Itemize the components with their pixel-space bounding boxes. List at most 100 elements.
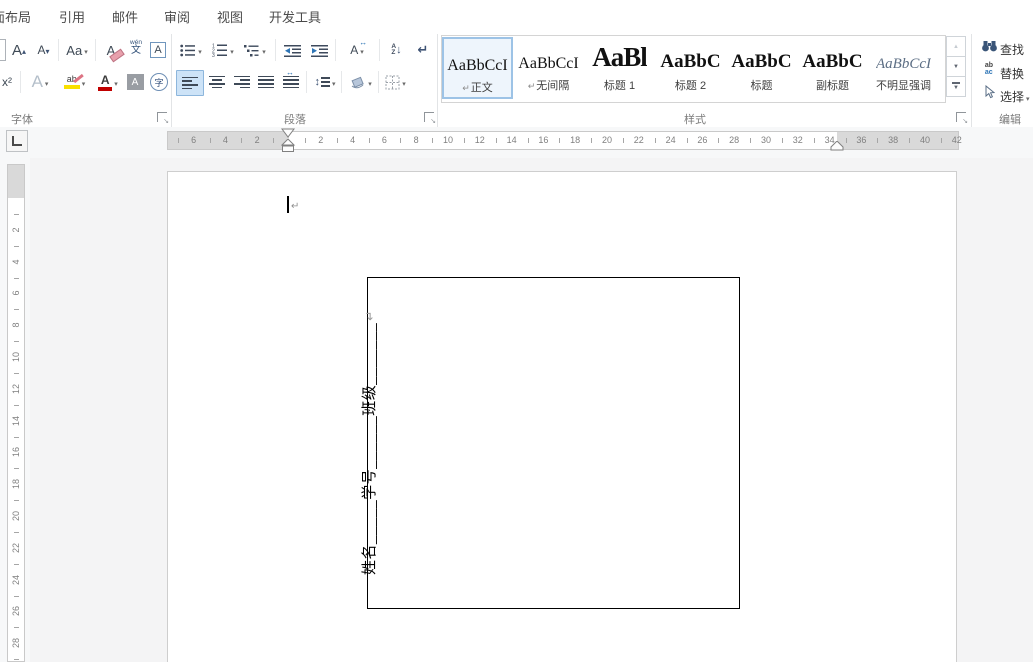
phonetic-guide-button[interactable]: wén 文	[125, 36, 147, 60]
font-size-combobox[interactable]	[0, 39, 6, 61]
styles-dialog-launcher[interactable]	[956, 112, 966, 122]
shrink-font-button[interactable]: A	[32, 38, 55, 62]
bullet-list-icon	[180, 44, 196, 57]
align-center-icon	[209, 74, 225, 89]
style-name: 标题	[751, 77, 773, 93]
style-item[interactable]: AaBbCcI↵正文	[442, 37, 513, 99]
clear-formatting-button[interactable]: A	[98, 38, 124, 62]
style-item[interactable]: AaBbCcI不明显强调	[868, 37, 939, 99]
document-page[interactable]: ↵ 姓名_____学号______班级_______↵	[167, 171, 957, 662]
ruler-number: 2	[7, 221, 25, 239]
style-item[interactable]: AaBbC 标题	[726, 37, 797, 99]
asian-layout-icon: A↔	[350, 43, 358, 57]
dropdown-arrow-icon	[228, 41, 234, 59]
grow-font-button[interactable]: A	[7, 38, 31, 62]
justify-button[interactable]	[254, 70, 278, 94]
button-separator	[306, 71, 307, 93]
hanging-indent-marker[interactable]	[281, 139, 296, 153]
style-preview: AaBl	[592, 37, 647, 73]
styles-scroll-up-button[interactable]: ▲	[946, 36, 966, 57]
style-item[interactable]: AaBbC标题 2	[655, 37, 726, 99]
menu-tab-2[interactable]: 引用	[59, 7, 85, 26]
show-hide-marks-button[interactable]: ↵	[411, 38, 435, 62]
ruler-number: 38	[888, 135, 898, 145]
ribbon: A A Aa A wén 文 A x² A	[0, 30, 1033, 128]
svg-text:3: 3	[212, 53, 215, 57]
find-button[interactable]: 查找	[1000, 41, 1024, 58]
find-icon	[980, 39, 998, 52]
select-button[interactable]: 选择	[1000, 88, 1030, 105]
numbering-button[interactable]: 1 2 3	[208, 38, 238, 62]
paragraph-dialog-launcher[interactable]	[424, 112, 434, 122]
shading-button[interactable]	[345, 70, 376, 94]
character-border-button[interactable]: A	[147, 38, 169, 62]
ruler-number: 22	[7, 539, 25, 557]
align-center-button[interactable]	[205, 70, 229, 94]
align-left-icon	[182, 75, 198, 90]
change-case-button[interactable]: Aa	[61, 38, 93, 62]
multilevel-list-button[interactable]	[240, 38, 270, 62]
replace-button[interactable]: 替换	[1000, 65, 1024, 82]
borders-button[interactable]	[380, 70, 411, 94]
menu-tab-3[interactable]: 邮件	[112, 7, 138, 26]
text-highlight-color-button[interactable]: ab	[57, 70, 92, 94]
font-dialog-launcher[interactable]	[157, 112, 167, 122]
increase-indent-button[interactable]	[307, 38, 332, 62]
style-item[interactable]: AaBbCcI↵无间隔	[513, 37, 584, 99]
styles-scroll-down-button[interactable]: ▼	[946, 56, 966, 77]
line-spacing-button[interactable]: ↕	[310, 70, 340, 94]
right-indent-marker[interactable]	[830, 141, 844, 152]
bullets-button[interactable]	[176, 38, 206, 62]
sort-button[interactable]: A Z ↓	[383, 38, 410, 62]
button-separator	[275, 39, 276, 61]
styles-group-label: 样式	[684, 111, 706, 127]
ruler-number: 12	[7, 380, 25, 398]
style-preview: AaBbC	[731, 37, 791, 73]
first-line-indent-marker[interactable]	[281, 128, 296, 138]
ruler-number: 16	[7, 443, 25, 461]
ruler-number: 30	[761, 135, 771, 145]
left-tab-icon	[12, 136, 22, 146]
paragraph-mark: ↵	[462, 83, 470, 93]
distribute-button[interactable]: ↔	[278, 70, 304, 94]
tab-stop-selector[interactable]	[6, 130, 28, 152]
font-color-button[interactable]: A	[93, 70, 123, 94]
superscript-button[interactable]: x²	[0, 70, 18, 94]
text-effects-button[interactable]: A	[24, 70, 56, 94]
ruler-number: 10	[443, 135, 453, 145]
button-separator	[335, 39, 336, 61]
ruler-number: 6	[382, 135, 387, 145]
asian-layout-button[interactable]: A↔	[339, 38, 375, 62]
ruler-number: 12	[475, 135, 485, 145]
dropdown-arrow-icon	[366, 73, 372, 91]
menu-tab-4[interactable]: 审阅	[164, 7, 190, 26]
numbered-list-icon: 1 2 3	[212, 43, 228, 57]
distribute-icon: ↔	[283, 74, 299, 89]
enclose-characters-button[interactable]: 字	[147, 70, 171, 94]
style-name: 不明显强调	[876, 77, 931, 93]
align-left-button[interactable]	[176, 70, 204, 96]
textbox[interactable]: 姓名_____学号______班级_______↵	[367, 277, 740, 609]
ruler-number: 26	[7, 602, 25, 620]
style-item[interactable]: AaBl标题 1	[584, 37, 655, 99]
character-shading-icon: A	[127, 74, 144, 90]
align-right-button[interactable]	[230, 70, 254, 94]
decrease-indent-icon	[284, 44, 301, 57]
ruler-number: 2	[318, 135, 323, 145]
button-separator	[378, 71, 379, 93]
borders-icon	[385, 75, 400, 90]
menu-tab-1[interactable]: 面布局	[0, 7, 31, 26]
decrease-indent-button[interactable]	[280, 38, 305, 62]
styles-more-button[interactable]: ▼	[946, 76, 966, 97]
style-item[interactable]: AaBbC副标题	[797, 37, 868, 99]
ruler-number: 4	[7, 253, 25, 271]
style-name: ↵无间隔	[528, 77, 570, 93]
dropdown-arrow-icon	[330, 73, 336, 91]
multilevel-list-icon	[244, 44, 260, 57]
menu-tab-5[interactable]: 视图	[217, 7, 243, 26]
menu-tab-6[interactable]: 开发工具	[269, 7, 321, 26]
ruler-number: 4	[223, 135, 228, 145]
character-shading-button[interactable]: A	[124, 70, 146, 94]
vertical-ruler[interactable]: 246810121416182022242628	[7, 164, 25, 662]
highlight-icon: ab	[64, 75, 80, 89]
